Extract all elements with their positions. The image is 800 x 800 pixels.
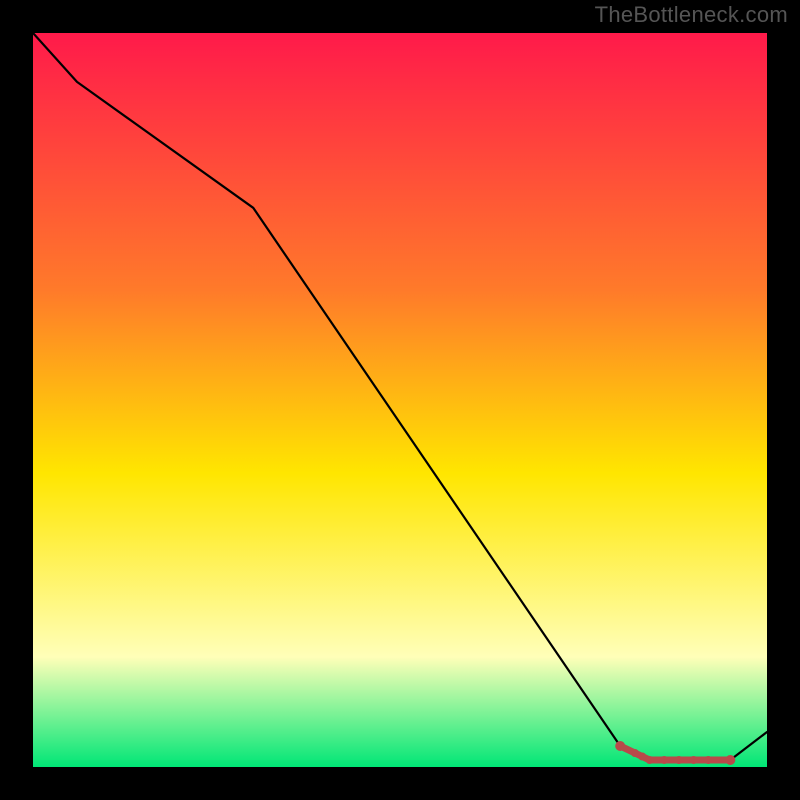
curve-marker <box>690 756 698 764</box>
curve-marker <box>646 756 654 764</box>
gradient-background <box>33 33 767 767</box>
curve-marker <box>631 749 639 757</box>
chart-svg <box>33 33 767 767</box>
plot-area <box>33 33 767 767</box>
curve-marker <box>675 756 683 764</box>
curve-marker <box>704 756 712 764</box>
curve-marker <box>660 756 668 764</box>
watermark-label: TheBottleneck.com <box>595 2 788 28</box>
curve-marker <box>638 753 646 761</box>
curve-marker <box>725 755 735 765</box>
chart-frame: TheBottleneck.com <box>0 0 800 800</box>
curve-marker <box>615 741 625 751</box>
